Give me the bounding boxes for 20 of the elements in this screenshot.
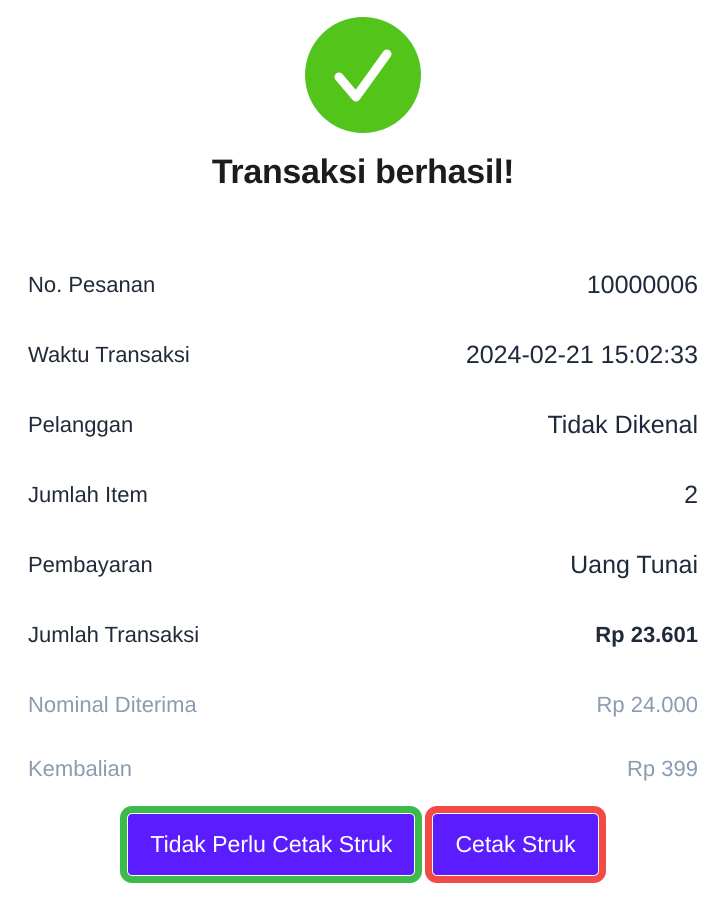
detail-label: Pelanggan xyxy=(28,412,134,438)
detail-value: Tidak Dikenal xyxy=(547,410,698,440)
detail-label: Waktu Transaksi xyxy=(28,342,190,368)
detail-value: 10000006 xyxy=(586,270,698,300)
detail-value: Uang Tunai xyxy=(570,550,698,580)
detail-label: Kembalian xyxy=(28,756,132,782)
detail-value: Rp 24.000 xyxy=(596,692,698,718)
detail-value: Rp 23.601 xyxy=(595,622,698,648)
skip-receipt-button[interactable]: Tidak Perlu Cetak Struk xyxy=(120,806,422,883)
detail-label: Jumlah Transaksi xyxy=(28,622,200,648)
detail-value: 2024-02-21 15:02:33 xyxy=(466,340,698,370)
detail-label: No. Pesanan xyxy=(28,272,156,298)
detail-value: 2 xyxy=(684,480,698,510)
detail-label: Jumlah Item xyxy=(28,482,148,508)
detail-value: Rp 399 xyxy=(627,756,698,782)
success-title: Transaksi berhasil! xyxy=(212,152,514,192)
detail-label: Nominal Diterima xyxy=(28,692,197,718)
check-circle-icon xyxy=(305,17,421,133)
detail-label: Pembayaran xyxy=(28,552,153,578)
print-receipt-button[interactable]: Cetak Struk xyxy=(425,806,606,883)
